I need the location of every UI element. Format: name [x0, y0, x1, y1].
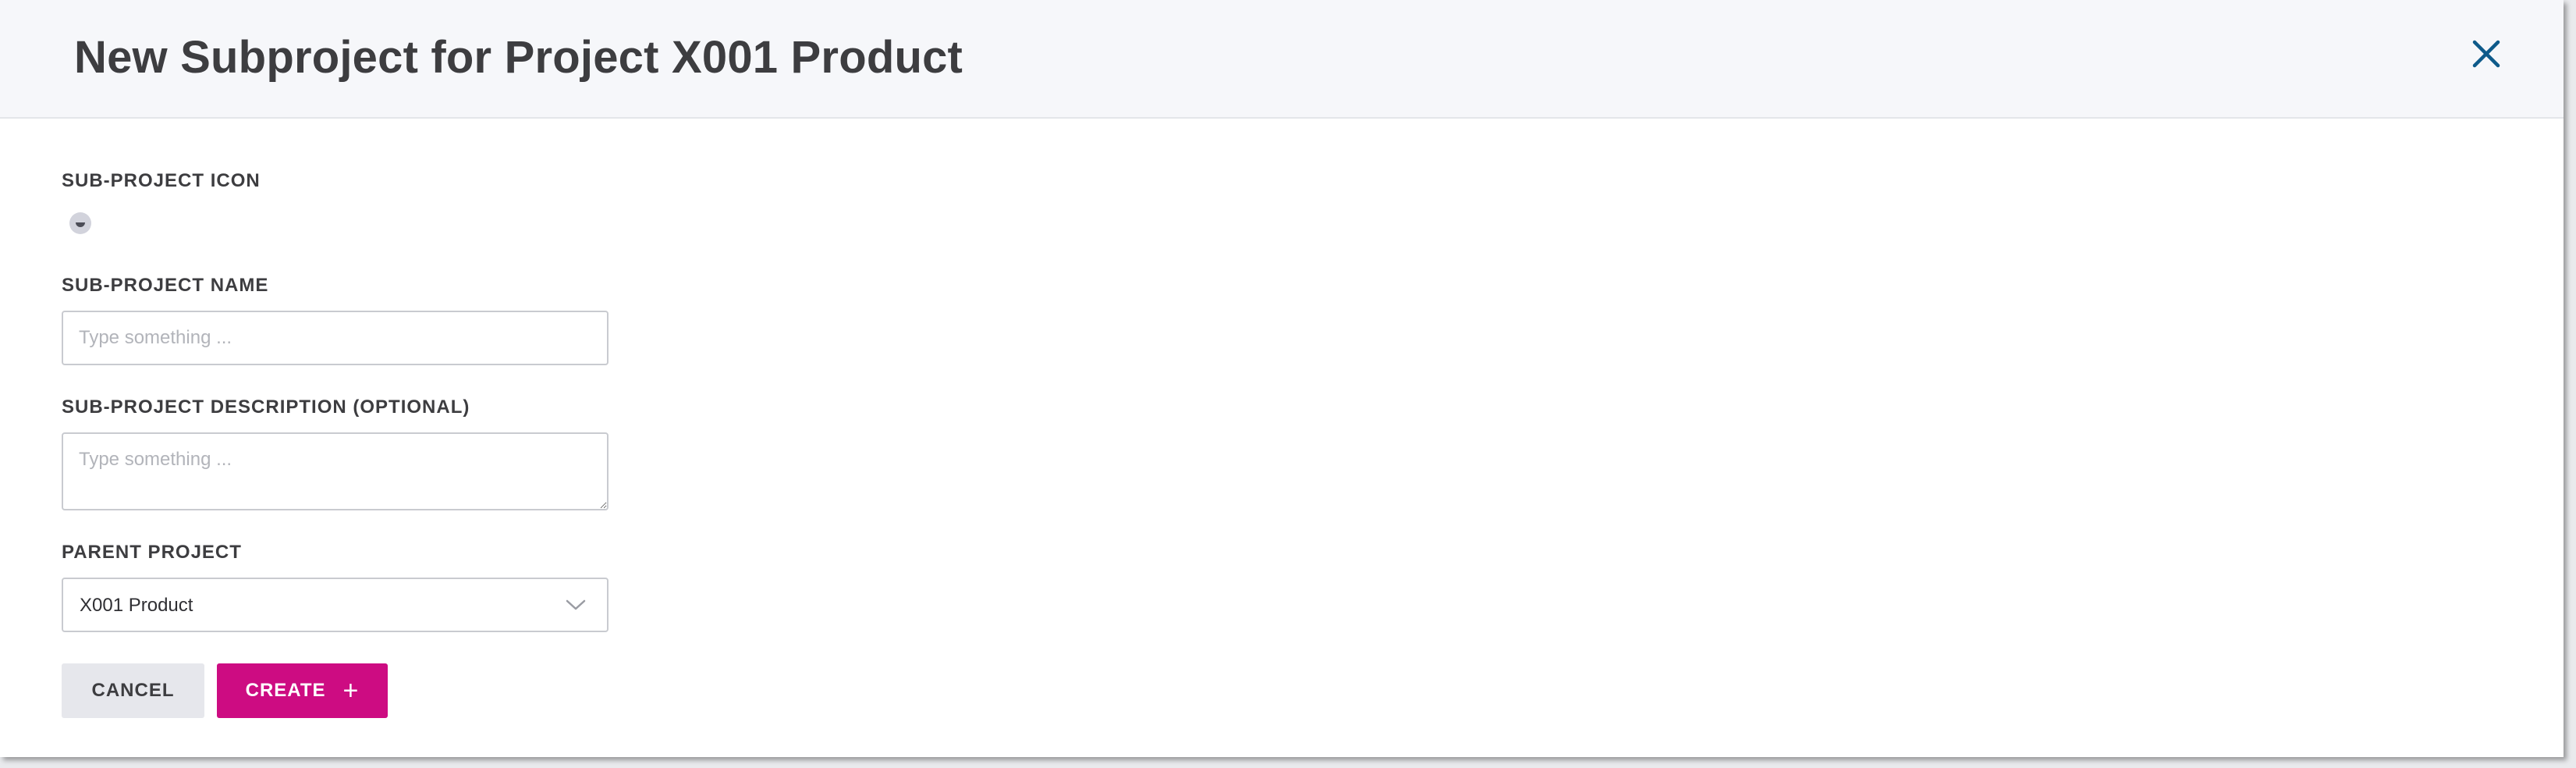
cancel-button-label: CANCEL — [91, 680, 175, 701]
parent-project-select[interactable]: X001 Product — [62, 578, 609, 632]
subproject-name-input[interactable] — [62, 311, 609, 365]
parent-project-label: PARENT PROJECT — [62, 542, 242, 563]
subproject-icon-picker[interactable] — [69, 212, 91, 234]
chevron-down-icon — [566, 599, 586, 610]
dialog-title: New Subproject for Project X001 Product — [74, 32, 963, 83]
subproject-description-textarea[interactable] — [62, 432, 609, 510]
new-subproject-dialog: New Subproject for Project X001 Product … — [0, 0, 2564, 757]
name-label: SUB-PROJECT NAME — [62, 275, 269, 296]
create-button[interactable]: CREATE + — [217, 663, 388, 718]
cancel-button[interactable]: CANCEL — [62, 663, 204, 718]
create-button-label: CREATE — [245, 680, 326, 701]
parent-project-value: X001 Product — [80, 595, 193, 616]
description-label: SUB-PROJECT DESCRIPTION (OPTIONAL) — [62, 396, 470, 418]
dialog-header: New Subproject for Project X001 Product — [0, 0, 2564, 119]
close-icon[interactable] — [2467, 34, 2506, 73]
icon-label: SUB-PROJECT ICON — [62, 170, 261, 191]
plus-icon: + — [342, 676, 360, 706]
